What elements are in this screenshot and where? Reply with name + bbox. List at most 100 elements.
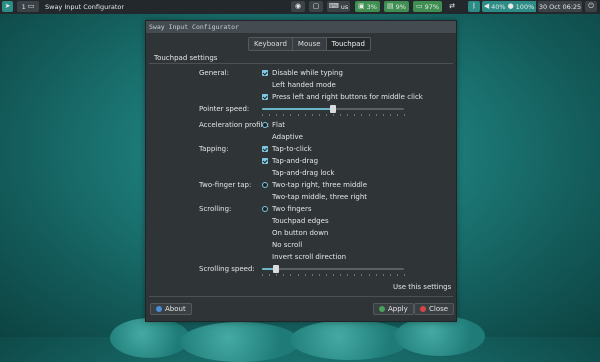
volume-indicator[interactable]: ▤ 9%	[384, 1, 409, 12]
slider-tick	[262, 114, 263, 116]
slider-ticks	[262, 274, 405, 276]
radio-selected[interactable]	[262, 122, 268, 128]
use-settings-checkbox[interactable]: Use this settings	[383, 283, 451, 291]
eye-icon: ◉	[294, 2, 302, 10]
touchpad-edges-radio[interactable]: Touchpad edges	[262, 217, 329, 225]
slider-handle[interactable]	[273, 265, 280, 273]
battery-indicator[interactable]: ▭ 97%	[413, 1, 442, 12]
option-label: Touchpad edges	[272, 217, 329, 225]
scrolling-speed-label: Scrolling speed:	[199, 265, 255, 273]
slider-tick	[361, 274, 363, 276]
option-label: Disable while typing	[272, 69, 343, 77]
checkbox-checked[interactable]	[262, 94, 268, 100]
divider	[149, 296, 453, 297]
battery-text: 97%	[424, 2, 440, 11]
pointer-speed-slider[interactable]	[262, 105, 404, 113]
checkbox-checked[interactable]	[262, 146, 268, 152]
info-icon	[156, 306, 162, 312]
two-tap-middle-radio[interactable]: Two-tap middle, three right	[262, 193, 367, 201]
option-label: No scroll	[272, 241, 303, 249]
slider-tick	[389, 274, 391, 276]
audio-indicator[interactable]: ◀ 40% ● 100%	[482, 1, 536, 12]
option-label: Invert scroll direction	[272, 253, 347, 261]
on-button-down-radio[interactable]: On button down	[262, 229, 328, 237]
acceleration-label: Acceleration profile:	[199, 121, 270, 129]
close-button-label: Close	[429, 305, 449, 313]
idle-inhibitor[interactable]: ◉	[291, 1, 305, 12]
mic-level-text: 100%	[515, 2, 535, 11]
about-button-label: About	[165, 305, 186, 313]
middle-click-checkbox[interactable]: Press left and right buttons for middle …	[262, 93, 423, 101]
slider-tick	[290, 114, 292, 116]
left-handed-checkbox[interactable]: Left handed mode	[262, 81, 336, 89]
radio-unselected[interactable]	[262, 218, 268, 224]
checkbox-unchecked[interactable]	[262, 82, 268, 88]
option-label: Tap-to-click	[272, 145, 312, 153]
checkbox-unchecked[interactable]	[262, 170, 268, 176]
flat-radio[interactable]: Flat	[262, 121, 285, 129]
slider-tick	[396, 114, 398, 116]
workspace-label: 1	[21, 2, 26, 11]
slider-tick	[276, 274, 278, 276]
tab-mouse[interactable]: Mouse	[292, 38, 327, 50]
tap-and-drag-checkbox[interactable]: Tap-and-drag	[262, 157, 318, 165]
slider-tick	[325, 274, 327, 276]
option-label: Tap-and-drag	[272, 157, 319, 165]
notifications-button[interactable]: ▢	[309, 1, 323, 12]
option-label: Two-tap middle, three right	[272, 193, 368, 201]
window-title-text: Sway Input Configurator	[45, 2, 125, 11]
option-label: Two-tap right, three middle	[272, 181, 368, 189]
slider-tick	[347, 274, 349, 276]
network-button[interactable]: ⇄	[446, 1, 458, 12]
pointer-speed-label: Pointer speed:	[199, 105, 250, 113]
wallpaper-bush	[180, 322, 300, 362]
about-button[interactable]: About	[150, 303, 192, 315]
battery-icon: ▭	[415, 2, 423, 10]
checkbox-unchecked[interactable]	[383, 284, 389, 290]
keyboard-layout[interactable]: ⌨ us	[327, 1, 350, 12]
slider-tick	[396, 274, 398, 276]
checkbox-checked[interactable]	[262, 70, 268, 76]
disable-while-typing-checkbox[interactable]: Disable while typing	[262, 69, 343, 77]
apply-button[interactable]: Apply	[373, 303, 414, 315]
power-button[interactable]: ⏻	[585, 1, 597, 12]
checkbox-checked[interactable]	[262, 158, 268, 164]
invert-scroll-checkbox[interactable]: Invert scroll direction	[262, 253, 346, 261]
bluetooth-button[interactable]: ᛒ	[468, 1, 480, 12]
radio-unselected[interactable]	[262, 242, 268, 248]
window-titlebar[interactable]: Sway Input Configurator	[146, 21, 456, 33]
speaker-icon: ◀	[483, 2, 490, 10]
radio-unselected[interactable]	[262, 230, 268, 236]
power-icon: ⏻	[588, 2, 594, 10]
radio-unselected[interactable]	[262, 194, 268, 200]
slider-tick	[318, 114, 320, 116]
radio-selected[interactable]	[262, 206, 268, 212]
slider-tick	[375, 114, 377, 116]
two-fingers-radio[interactable]: Two fingers	[262, 205, 311, 213]
send-icon: ➤	[4, 2, 11, 10]
slider-tick	[276, 114, 278, 116]
radio-selected[interactable]	[262, 182, 268, 188]
slider-handle[interactable]	[330, 105, 336, 113]
two-tap-right-radio[interactable]: Two-tap right, three middle	[262, 181, 367, 189]
slider-tick	[262, 274, 263, 276]
tab-touchpad[interactable]: Touchpad	[326, 38, 370, 50]
radio-unselected[interactable]	[262, 134, 268, 140]
adaptive-radio[interactable]: Adaptive	[262, 133, 303, 141]
close-button[interactable]: Close	[414, 303, 455, 315]
brightness-indicator[interactable]: ▣ 3%	[355, 1, 380, 12]
option-label: On button down	[272, 229, 329, 237]
scrolling-speed-slider[interactable]	[262, 265, 404, 273]
tab-keyboard[interactable]: Keyboard	[249, 38, 293, 50]
no-scroll-radio[interactable]: No scroll	[262, 241, 302, 249]
launcher-button[interactable]: ➤	[2, 1, 13, 12]
checkbox-unchecked[interactable]	[262, 254, 268, 260]
keyboard-layout-text: us	[340, 2, 349, 11]
tap-to-click-checkbox[interactable]: Tap-to-click	[262, 145, 312, 153]
workspace-button[interactable]: 1 ▭	[17, 1, 39, 12]
apply-button-label: Apply	[388, 305, 408, 313]
divider	[149, 63, 453, 64]
clock[interactable]: 30 Oct 06:25	[538, 1, 582, 12]
tap-and-drag-lock-checkbox[interactable]: Tap-and-drag lock	[262, 169, 334, 177]
slider-tick	[389, 114, 391, 116]
